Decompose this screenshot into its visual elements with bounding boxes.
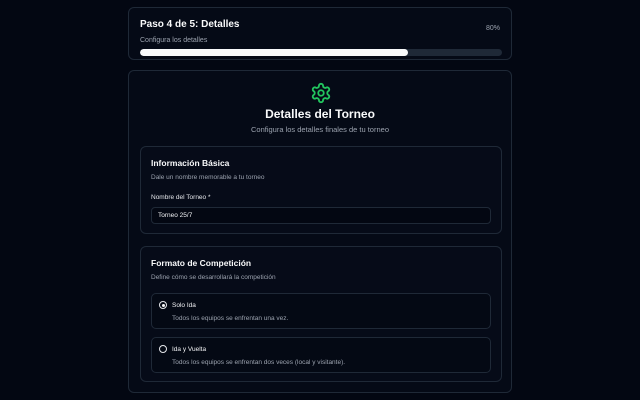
- progress-percent: 80%: [485, 25, 500, 32]
- tournament-details-card: Detalles del Torneo Configura los detall…: [128, 70, 512, 393]
- section-title: Formato de Competición: [151, 258, 252, 268]
- page-subtitle: Configura los detalles finales de tu tor…: [250, 125, 389, 134]
- format-section: Formato de Competición Define cómo se de…: [140, 246, 502, 382]
- step-title: Paso 4 de 5: Detalles: [140, 19, 240, 30]
- format-option-one-way[interactable]: Solo Ida Todos los equipos se enfrentan …: [151, 293, 491, 329]
- section-title: Información Básica: [151, 158, 230, 168]
- section-description: Dale un nombre memorable a tu torneo: [151, 174, 265, 181]
- basic-info-section: Información Básica Dale un nombre memora…: [140, 146, 502, 234]
- page-title: Detalles del Torneo: [265, 107, 375, 121]
- tournament-name-label: Nombre del Torneo *: [151, 194, 211, 201]
- progress-bar-fill: [140, 49, 408, 56]
- progress-bar: [140, 49, 502, 56]
- option-description: Todos los equipos se enfrentan dos veces…: [172, 359, 346, 366]
- step-subtitle: Configura los detalles: [140, 37, 208, 44]
- format-option-round-trip[interactable]: Ida y Vuelta Todos los equipos se enfren…: [151, 337, 491, 373]
- option-description: Todos los equipos se enfrentan una vez.: [172, 315, 289, 322]
- tournament-name-input[interactable]: [151, 207, 491, 224]
- option-label: Solo Ida: [172, 302, 196, 309]
- radio-button[interactable]: [159, 301, 167, 309]
- section-description: Define cómo se desarrollará la competici…: [151, 274, 276, 281]
- progress-card: Paso 4 de 5: Detalles Configura los deta…: [128, 7, 512, 60]
- radio-button[interactable]: [159, 345, 167, 353]
- gear-icon: [311, 82, 331, 104]
- option-label: Ida y Vuelta: [172, 346, 207, 353]
